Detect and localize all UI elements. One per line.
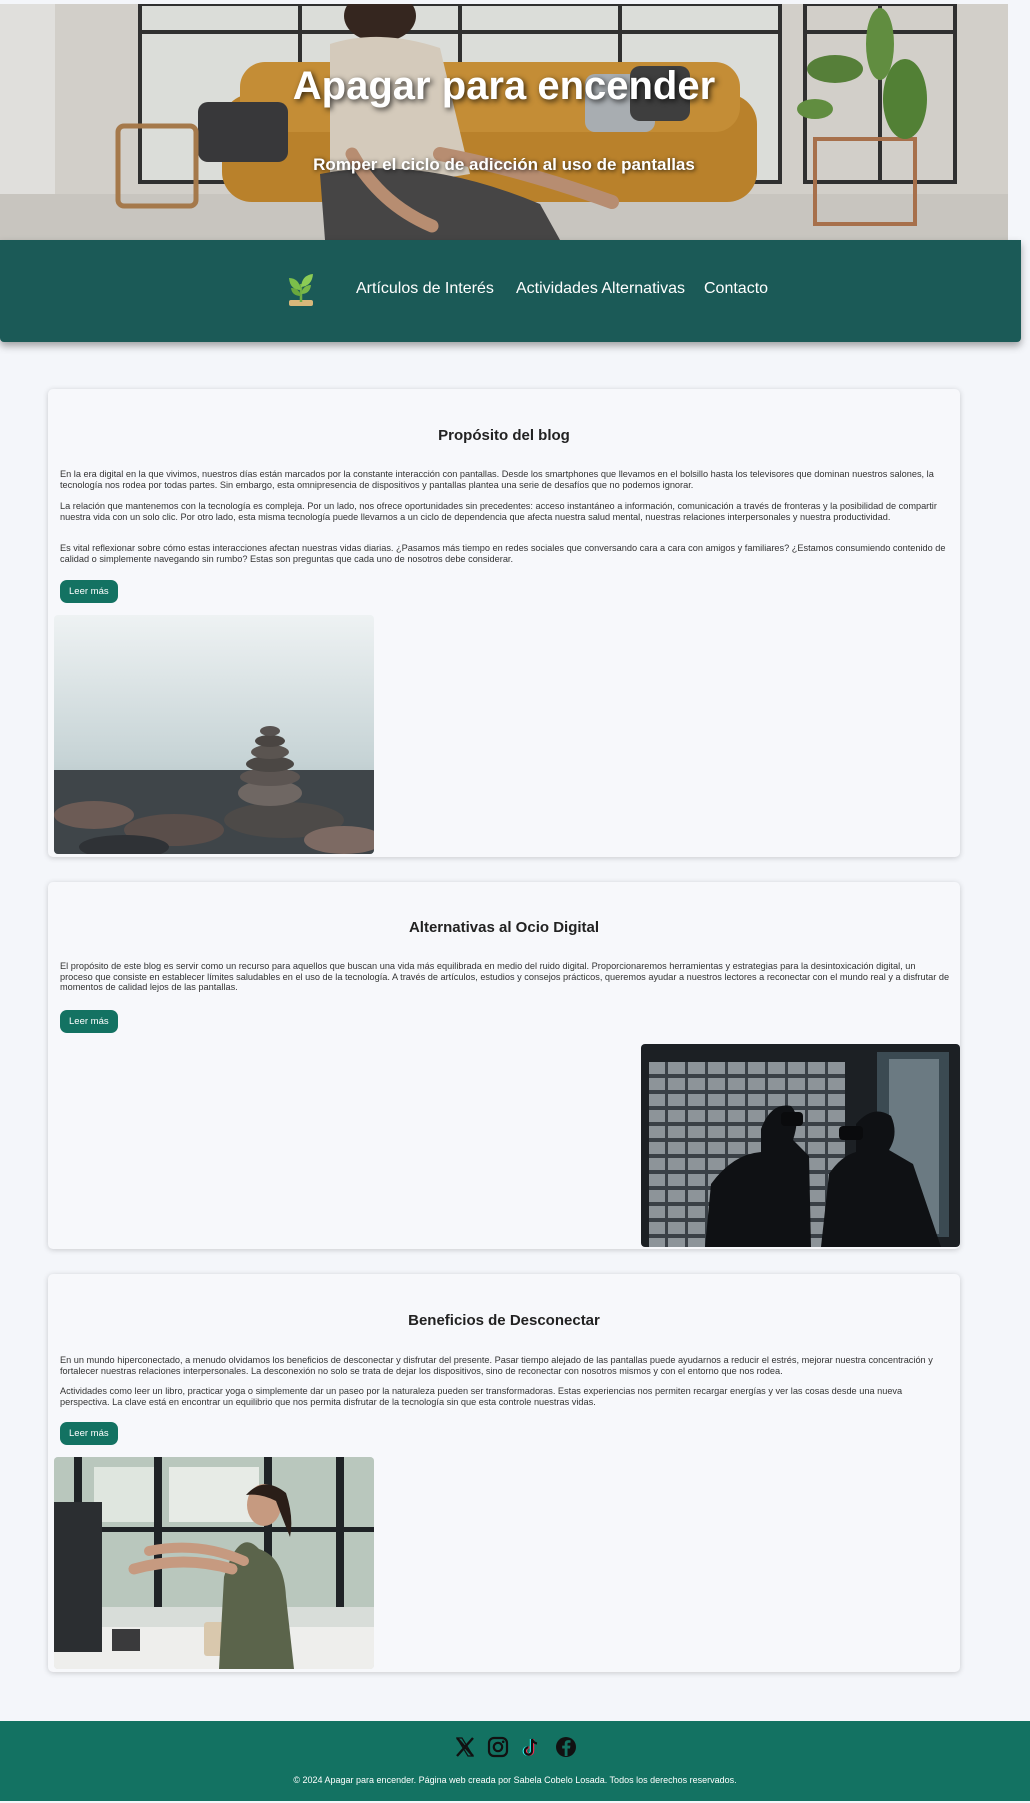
read-more-button[interactable]: Leer más	[60, 580, 118, 603]
post-paragraph: La relación que mantenemos con la tecnol…	[60, 501, 937, 522]
nav-link-actividades[interactable]: Actividades Alternativas	[516, 280, 685, 298]
read-more-button[interactable]: Leer más	[60, 1010, 118, 1033]
nav-link-contacto[interactable]: Contacto	[704, 280, 768, 298]
office-stretch-photo	[54, 1457, 374, 1669]
hero-subtitle: Romper el ciclo de adicción al uso de pa…	[313, 155, 695, 174]
hero-title: Apagar para encender	[292, 64, 716, 108]
copyright-text: © 2024 Apagar para encender. Página web …	[293, 1775, 737, 1785]
x-icon[interactable]	[454, 1736, 476, 1758]
sprout-icon[interactable]	[286, 272, 316, 308]
post-card-proposito: Propósito del blog En la era digital en …	[48, 389, 960, 857]
facebook-icon[interactable]	[555, 1736, 577, 1758]
post-paragraph: Es vital reflexionar sobre cómo estas in…	[60, 543, 946, 564]
post-title: Beneficios de Desconectar	[408, 1312, 600, 1329]
nav-link-articulos[interactable]: Artículos de Interés	[356, 280, 494, 298]
post-paragraph: En la era digital en la que vivimos, nue…	[60, 469, 934, 490]
hero-overlay	[0, 4, 1008, 240]
read-more-button[interactable]: Leer más	[60, 1422, 118, 1445]
post-paragraph: Actividades como leer un libro, practica…	[60, 1386, 903, 1407]
vr-silhouettes-photo	[641, 1044, 960, 1247]
tiktok-icon[interactable]	[520, 1736, 542, 1758]
hero-banner: Apagar para encender Romper el ciclo de …	[0, 4, 1008, 240]
main-navigation: Artículos de Interés Actividades Alterna…	[0, 240, 1021, 342]
post-paragraph: El propósito de este blog es servir como…	[60, 961, 950, 992]
post-title: Alternativas al Ocio Digital	[408, 919, 600, 936]
instagram-icon[interactable]	[487, 1736, 509, 1758]
post-card-alternativas: Alternativas al Ocio Digital El propósit…	[48, 882, 960, 1249]
post-title: Propósito del blog	[438, 427, 570, 444]
stacked-stones-photo	[54, 615, 374, 854]
site-footer: © 2024 Apagar para encender. Página web …	[0, 1721, 1030, 1801]
post-card-beneficios: Beneficios de Desconectar En un mundo hi…	[48, 1274, 960, 1672]
post-paragraph: En un mundo hiperconectado, a menudo olv…	[60, 1355, 933, 1376]
